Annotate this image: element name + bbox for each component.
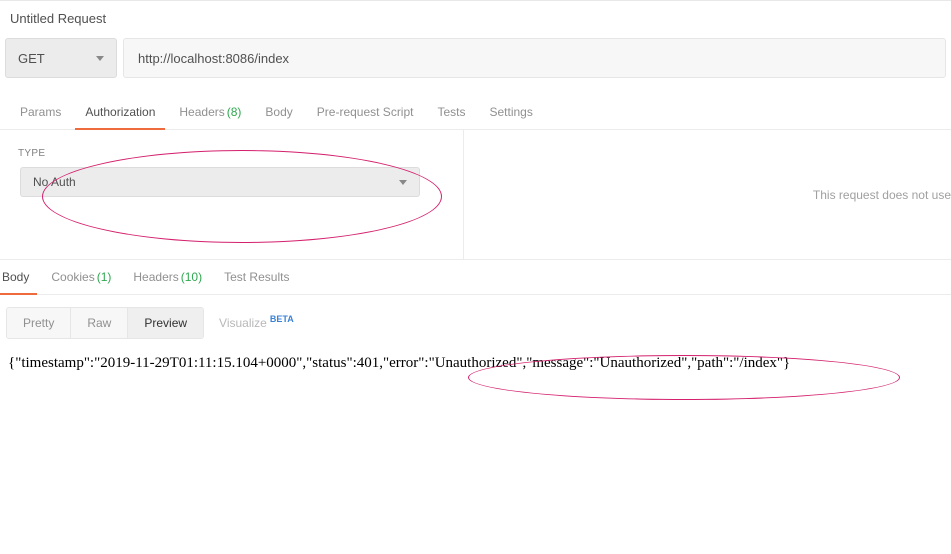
view-pretty[interactable]: Pretty: [7, 308, 71, 338]
auth-left-panel: TYPE No Auth: [0, 130, 464, 259]
chevron-down-icon: [399, 180, 407, 185]
view-preview[interactable]: Preview: [128, 308, 203, 338]
tab-prerequest[interactable]: Pre-request Script: [305, 96, 426, 129]
auth-type-value: No Auth: [33, 175, 76, 189]
response-tabs: Body Cookies(1) Headers(10) Test Results: [0, 260, 951, 295]
tab-tests[interactable]: Tests: [425, 96, 477, 129]
http-method-select[interactable]: GET: [5, 38, 117, 78]
beta-badge: BETA: [270, 314, 294, 324]
request-tabs: Params Authorization Headers(8) Body Pre…: [0, 96, 951, 130]
resp-tab-headers[interactable]: Headers(10): [131, 260, 214, 294]
request-bar: GET http://localhost:8086/index: [0, 38, 951, 96]
auth-description: This request does not use: [464, 130, 951, 259]
view-raw[interactable]: Raw: [71, 308, 128, 338]
resp-tab-cookies[interactable]: Cookies(1): [49, 260, 123, 294]
resp-headers-count: (10): [181, 270, 202, 284]
resp-tab-body[interactable]: Body: [0, 260, 41, 294]
chevron-down-icon: [96, 56, 104, 61]
view-visualize[interactable]: VisualizeBETA: [204, 307, 309, 339]
headers-count: (8): [227, 105, 242, 119]
tab-params[interactable]: Params: [8, 96, 73, 129]
http-method-value: GET: [18, 51, 45, 66]
response-body-preview: {"timestamp":"2019-11-29T01:11:15.104+00…: [0, 339, 951, 387]
response-view-toolbar: Pretty Raw Preview VisualizeBETA: [0, 307, 951, 339]
cookies-count: (1): [97, 270, 112, 284]
tab-authorization[interactable]: Authorization: [73, 96, 167, 129]
view-mode-segment: Pretty Raw Preview: [6, 307, 204, 339]
tab-settings[interactable]: Settings: [478, 96, 545, 129]
request-title: Untitled Request: [0, 1, 951, 38]
request-url-value: http://localhost:8086/index: [138, 51, 289, 66]
request-url-input[interactable]: http://localhost:8086/index: [123, 38, 946, 78]
tab-headers[interactable]: Headers(8): [167, 96, 253, 129]
tab-body[interactable]: Body: [253, 96, 304, 129]
auth-type-label: TYPE: [18, 148, 445, 159]
auth-panel: TYPE No Auth This request does not use: [0, 130, 951, 260]
auth-type-select[interactable]: No Auth: [20, 167, 420, 197]
resp-tab-testresults[interactable]: Test Results: [222, 260, 301, 294]
